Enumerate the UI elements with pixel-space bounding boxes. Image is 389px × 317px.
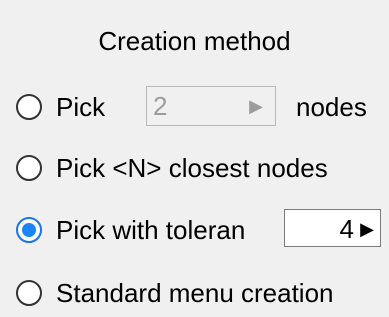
- node-count-value: 2: [153, 91, 168, 121]
- option-label-pick: Pick: [56, 92, 106, 122]
- option-label-nodes: nodes: [296, 92, 367, 122]
- tolerance-spinner[interactable]: 4 ▶: [284, 209, 381, 247]
- spinner-arrow-icon[interactable]: ▶: [360, 214, 374, 244]
- option-pick-with-tolerance[interactable]: Pick with toleran 4 ▶: [0, 209, 389, 253]
- radio-standard-menu-creation[interactable]: [16, 280, 42, 306]
- panel-title: Creation method: [98, 26, 291, 56]
- creation-method-panel: Creation method Pick 2 ▶ nodes Pick <N> …: [0, 0, 389, 317]
- spinner-arrow-icon: ▶: [249, 96, 263, 116]
- radio-pick-closest-nodes[interactable]: [16, 155, 42, 181]
- radio-pick-n-nodes[interactable]: [16, 94, 42, 120]
- option-pick-n-nodes[interactable]: Pick 2 ▶ nodes: [0, 86, 389, 130]
- option-standard-menu-creation[interactable]: Standard menu creation: [0, 276, 389, 316]
- node-count-spinner: 2 ▶: [146, 86, 276, 126]
- tolerance-value[interactable]: 4: [340, 214, 354, 244]
- radio-pick-with-tolerance[interactable]: [16, 217, 42, 243]
- option-pick-closest-nodes[interactable]: Pick <N> closest nodes: [0, 151, 389, 191]
- option-label-pick-tolerance: Pick with toleran: [56, 215, 246, 245]
- option-label-pick-closest: Pick <N> closest nodes: [56, 153, 328, 183]
- option-label-standard-menu: Standard menu creation: [56, 278, 334, 308]
